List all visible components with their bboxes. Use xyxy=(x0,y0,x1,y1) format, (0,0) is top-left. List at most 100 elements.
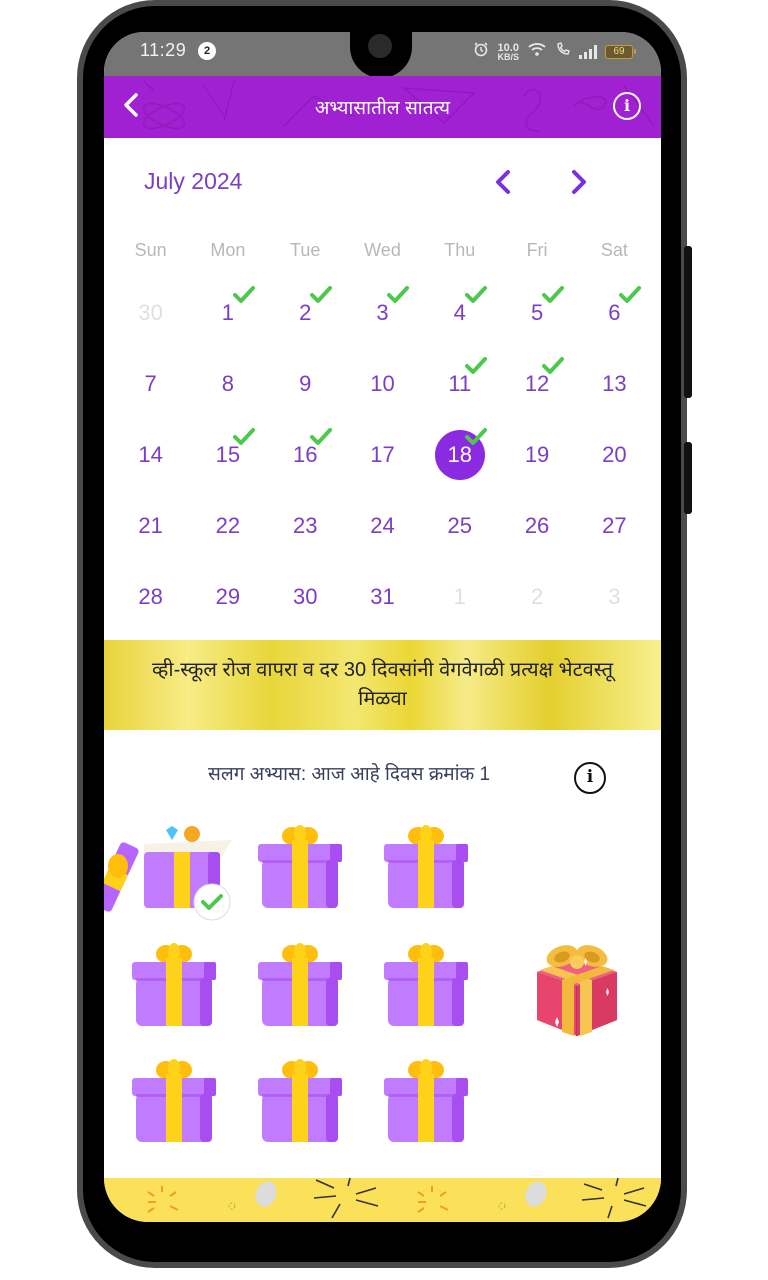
calendar-day[interactable]: 24 xyxy=(344,490,421,561)
gift-opened[interactable] xyxy=(104,822,234,922)
day-number: 9 xyxy=(299,370,312,396)
checkmark-icon xyxy=(309,285,333,305)
calendar-day[interactable]: 23 xyxy=(267,490,344,561)
calendar-day[interactable]: 21 xyxy=(112,490,189,561)
gift-box[interactable] xyxy=(128,1056,220,1148)
confetti-decoration xyxy=(147,1178,647,1219)
calendar-day[interactable]: 28 xyxy=(112,561,189,632)
calendar-day[interactable]: 8 xyxy=(189,348,266,419)
calendar-day[interactable]: 10 xyxy=(344,348,421,419)
app-header: अभ्यासातील सातत्य i xyxy=(104,76,661,138)
gift-box[interactable] xyxy=(254,822,346,914)
calendar-day[interactable]: 4 xyxy=(421,277,498,348)
calendar-day[interactable]: 16 xyxy=(267,419,344,490)
day-number: 27 xyxy=(602,512,627,538)
day-number: 31 xyxy=(370,583,395,609)
calendar-day: 2 xyxy=(498,561,575,632)
footer-decoration xyxy=(104,1178,661,1222)
net-speed-value: 10.0 xyxy=(497,41,519,54)
day-number: 17 xyxy=(370,441,395,467)
power-button xyxy=(684,442,692,514)
weekday-label: Fri xyxy=(526,240,548,260)
weekday-label: Sat xyxy=(600,240,628,260)
status-bar: 11:29 2 10.0 KB/S 69 xyxy=(104,32,661,78)
gift-icon xyxy=(258,1059,342,1142)
calendar-day[interactable]: 6 xyxy=(576,277,653,348)
calendar-day[interactable]: 22 xyxy=(189,490,266,561)
gift-icon xyxy=(132,1059,216,1142)
calendar-day[interactable]: 5 xyxy=(498,277,575,348)
front-camera xyxy=(368,34,392,58)
checkmark-icon xyxy=(464,356,488,376)
status-icons: 10.0 KB/S 69 xyxy=(473,41,636,62)
calendar-day[interactable]: 17 xyxy=(344,419,421,490)
checkmark-icon xyxy=(464,427,488,447)
calendar-day[interactable]: 26 xyxy=(498,490,575,561)
streak-info-button[interactable]: i xyxy=(574,762,606,794)
info-icon: i xyxy=(586,767,594,787)
calendar-day[interactable]: 1 xyxy=(189,277,266,348)
calendar-day[interactable]: 3 xyxy=(344,277,421,348)
gift-icon xyxy=(384,943,468,1026)
day-number: 14 xyxy=(138,441,163,467)
calendar-day[interactable]: 12 xyxy=(498,348,575,419)
calendar-day[interactable]: 13 xyxy=(576,348,653,419)
calendar-day[interactable]: 7 xyxy=(112,348,189,419)
day-number: 23 xyxy=(292,512,318,538)
calendar-day[interactable]: 9 xyxy=(267,348,344,419)
checkmark-icon xyxy=(464,285,488,305)
checkmark-icon xyxy=(232,427,256,447)
big-gift-icon xyxy=(537,945,617,1036)
status-time: 11:29 xyxy=(140,40,187,60)
grand-prize-gift[interactable] xyxy=(522,932,632,1042)
gift-box[interactable] xyxy=(128,940,220,1032)
calendar-day[interactable]: 14 xyxy=(112,419,189,490)
info-button[interactable]: i xyxy=(613,92,641,120)
calendar-day[interactable]: 31 xyxy=(344,561,421,632)
net-speed: 10.0 KB/S xyxy=(497,41,519,62)
checkmark-icon xyxy=(232,285,256,305)
gift-box[interactable] xyxy=(254,940,346,1032)
weekday-label: Thu xyxy=(444,240,476,260)
page-title: अभ्यासातील सातत्य xyxy=(314,98,451,119)
gift-box[interactable] xyxy=(380,1056,472,1148)
gift-box[interactable] xyxy=(380,940,472,1032)
gift-icon xyxy=(384,1059,468,1142)
info-icon: i xyxy=(623,96,631,115)
day-number: 19 xyxy=(524,441,550,467)
month-label: July 2024 xyxy=(144,168,243,194)
day-number: 8 xyxy=(221,370,235,396)
day-number: 1 xyxy=(453,583,466,609)
calendar-day[interactable]: 20 xyxy=(576,419,653,490)
gift-box[interactable] xyxy=(254,1056,346,1148)
day-number: 30 xyxy=(292,583,318,609)
gift-icon xyxy=(258,943,342,1026)
calendar-day[interactable]: 19 xyxy=(498,419,575,490)
gift-box[interactable] xyxy=(380,822,472,914)
day-number: 29 xyxy=(215,583,241,609)
weekday-header: Sun Mon Tue Wed Thu Fri Sat xyxy=(112,240,653,261)
calendar-day[interactable]: 2 xyxy=(267,277,344,348)
weekday-label: Mon xyxy=(210,240,246,260)
day-number: 2 xyxy=(530,583,544,609)
day-number: 24 xyxy=(370,512,395,538)
calendar-day: 1 xyxy=(421,561,498,632)
net-speed-unit: KB/S xyxy=(497,51,519,62)
day-number: 26 xyxy=(524,512,550,538)
day-number: 30 xyxy=(138,299,163,325)
chevron-right-icon xyxy=(572,170,586,194)
calendar-day-today[interactable]: 18 xyxy=(421,419,498,490)
calendar-grid: 30 1 2 3 4 5 6 7 8 9 10 11 12 13 14 15 16 17 18 19 20 21 22 23 2… xyxy=(112,277,653,632)
calendar-day[interactable]: 27 xyxy=(576,490,653,561)
prev-month-button[interactable] xyxy=(488,166,520,198)
open-gift-icon xyxy=(104,826,232,921)
calendar-day[interactable]: 30 xyxy=(267,561,344,632)
calendar-day[interactable]: 29 xyxy=(189,561,266,632)
calendar-day: 30 xyxy=(112,277,189,348)
calendar-day[interactable]: 25 xyxy=(421,490,498,561)
checkmark-icon xyxy=(618,285,642,305)
next-month-button[interactable] xyxy=(562,166,594,198)
calendar-day[interactable]: 15 xyxy=(189,419,266,490)
calendar-day[interactable]: 11 xyxy=(421,348,498,419)
calendar-header: July 2024 xyxy=(104,138,661,228)
